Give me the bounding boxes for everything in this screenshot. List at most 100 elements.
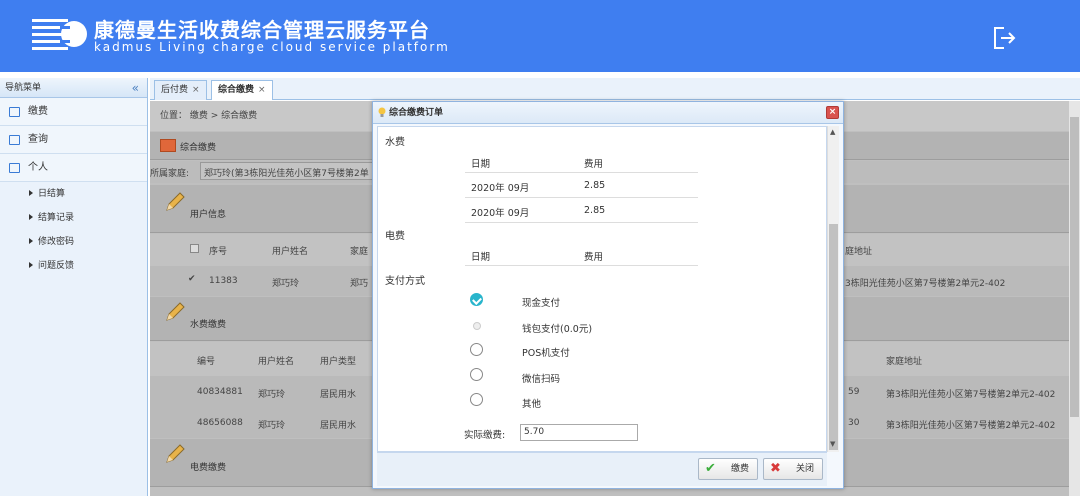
sidebar-item-payment[interactable]: 缴费 <box>0 98 147 126</box>
pay-option-label: 钱包支付(0.0元) <box>522 324 593 335</box>
select-all-checkbox[interactable] <box>190 244 199 253</box>
dialog-footer: ✔ 缴费 ✖ 关闭 <box>377 452 827 486</box>
sidebar-item-label: 缴费 <box>28 106 48 117</box>
table-cell: 居民用水 <box>320 421 357 431</box>
dialog-scrollbar[interactable]: ▲ ▼ <box>827 126 839 452</box>
radio-wallet <box>473 322 481 330</box>
tab-bar: 后付费 × 综合缴费 × <box>150 78 1080 100</box>
pay-button-label: 缴费 <box>730 464 749 474</box>
pencil-icon <box>166 192 185 211</box>
divider <box>465 222 698 223</box>
pay-button[interactable]: ✔ 缴费 <box>698 458 758 480</box>
close-button[interactable]: ✖ 关闭 <box>763 458 823 480</box>
user-info-title: 用户信息 <box>190 210 227 220</box>
table-cell: 11383 <box>209 276 238 286</box>
tab-label: 后付费 <box>161 85 189 95</box>
col-header: 费用 <box>584 252 604 263</box>
sidebar-sub-daily-settlement[interactable]: 日结算 <box>0 182 147 206</box>
col-header: 序号 <box>209 247 228 257</box>
pay-option-label: 微信扫码 <box>522 374 561 385</box>
water-fee-title: 水费 <box>385 137 405 148</box>
table-cell: 2020年 09月 <box>471 208 530 219</box>
logout-icon[interactable] <box>990 25 1018 51</box>
scroll-up-icon[interactable]: ▲ <box>830 128 835 136</box>
payment-section-icon <box>160 139 176 152</box>
col-header: 用户类型 <box>320 357 357 367</box>
dialog-close-icon[interactable]: × <box>826 106 839 119</box>
sidebar-sub-settlement-records[interactable]: 结算记录 <box>0 206 147 230</box>
tab-label: 综合缴费 <box>218 85 255 95</box>
elec-fee-title: 电费 <box>385 231 405 242</box>
personal-icon <box>9 163 20 173</box>
payment-order-dialog: 综合缴费订单 × 水费 日期 费用 2020年 09月 2.85 2020年 0… <box>372 101 844 489</box>
table-cell: 第3栋阳光佳苑小区第7号楼第2单元2-402 <box>886 421 1056 431</box>
radio-other[interactable] <box>470 393 483 406</box>
col-header: 费用 <box>584 159 604 170</box>
row-checkbox[interactable]: ✔ <box>188 274 198 284</box>
table-cell: 2020年 09月 <box>471 183 530 194</box>
sidebar-item-label: 查询 <box>28 134 48 145</box>
sidebar-sub-change-password[interactable]: 修改密码 <box>0 230 147 254</box>
amount-label: 实际缴费: <box>464 430 506 441</box>
pay-option-label: 现金支付 <box>522 298 561 309</box>
close-icon: ✖ <box>770 461 781 476</box>
section-button[interactable]: 综合缴费 <box>180 140 216 153</box>
radio-wechat[interactable] <box>470 368 483 381</box>
col-header: 家庭地址 <box>886 357 923 367</box>
tab-close-icon[interactable]: × <box>258 85 266 95</box>
table-cell: 居民用水 <box>320 390 357 400</box>
table-cell: 48656088 <box>197 418 243 428</box>
col-header: 庭地址 <box>845 247 873 257</box>
tab-postpaid[interactable]: 后付费 × <box>154 80 207 100</box>
app-subtitle: kadmus Living charge cloud service platf… <box>94 40 450 54</box>
pay-method-title: 支付方式 <box>385 276 425 287</box>
amount-input[interactable]: 5.70 <box>520 424 638 441</box>
tab-close-icon[interactable]: × <box>192 85 200 95</box>
sidebar-item-query[interactable]: 查询 <box>0 126 147 154</box>
scroll-thumb[interactable] <box>1070 117 1079 417</box>
sidebar-item-personal[interactable]: 个人 <box>0 154 147 182</box>
payment-icon <box>9 107 20 117</box>
sidebar: 导航菜单 « 缴费 查询 个人 日结算 结算记录 修改密码 问题反馈 <box>0 78 148 496</box>
col-header: 家庭 <box>350 247 369 257</box>
sidebar-item-label: 个人 <box>28 162 48 173</box>
elec-section-title: 电费缴费 <box>190 463 227 473</box>
table-cell: 郑巧玲 <box>272 279 300 289</box>
sidebar-sub-feedback[interactable]: 问题反馈 <box>0 254 147 278</box>
table-cell: 2.85 <box>584 205 606 216</box>
table-cell: 郑巧玲 <box>258 390 286 400</box>
scroll-thumb[interactable] <box>829 224 838 450</box>
radio-pos[interactable] <box>470 343 483 356</box>
radio-cash[interactable] <box>470 293 483 306</box>
table-cell: 3栋阳光佳苑小区第7号楼第2单元2-402 <box>845 279 1006 289</box>
close-button-label: 关闭 <box>795 464 814 474</box>
collapse-icon[interactable]: « <box>132 78 139 98</box>
table-cell: 郑巧 <box>350 279 369 289</box>
pay-option-label: POS机支付 <box>522 348 570 359</box>
dialog-header: 综合缴费订单 × <box>373 102 843 124</box>
dialog-title: 综合缴费订单 <box>389 108 444 118</box>
lightbulb-icon <box>378 107 386 117</box>
col-header: 日期 <box>471 252 491 263</box>
query-icon <box>9 135 20 145</box>
pencil-icon <box>166 444 185 463</box>
pay-option-label: 其他 <box>522 399 542 410</box>
col-header: 用户姓名 <box>258 357 295 367</box>
sidebar-title: 导航菜单 <box>5 83 42 93</box>
divider <box>465 265 698 266</box>
family-label: 所属家庭: <box>150 169 190 179</box>
scroll-down-icon[interactable]: ▼ <box>830 440 835 448</box>
kadmus-logo-icon <box>32 19 87 50</box>
table-cell: 30 <box>848 418 860 428</box>
pencil-icon <box>166 302 185 321</box>
app-header: 康德曼生活收费综合管理云服务平台 kadmus Living charge cl… <box>0 0 1080 72</box>
family-select[interactable]: 郑巧玲(第3栋阳光佳苑小区第7号楼第2单 <box>200 162 375 180</box>
table-cell: 2.85 <box>584 180 606 191</box>
divider <box>465 197 698 198</box>
tab-comprehensive-payment[interactable]: 综合缴费 × <box>211 80 273 100</box>
page-scrollbar[interactable] <box>1069 101 1080 496</box>
sidebar-header: 导航菜单 « <box>0 78 147 98</box>
divider <box>465 172 698 173</box>
table-cell: 郑巧玲 <box>258 421 286 431</box>
col-header: 日期 <box>471 159 491 170</box>
